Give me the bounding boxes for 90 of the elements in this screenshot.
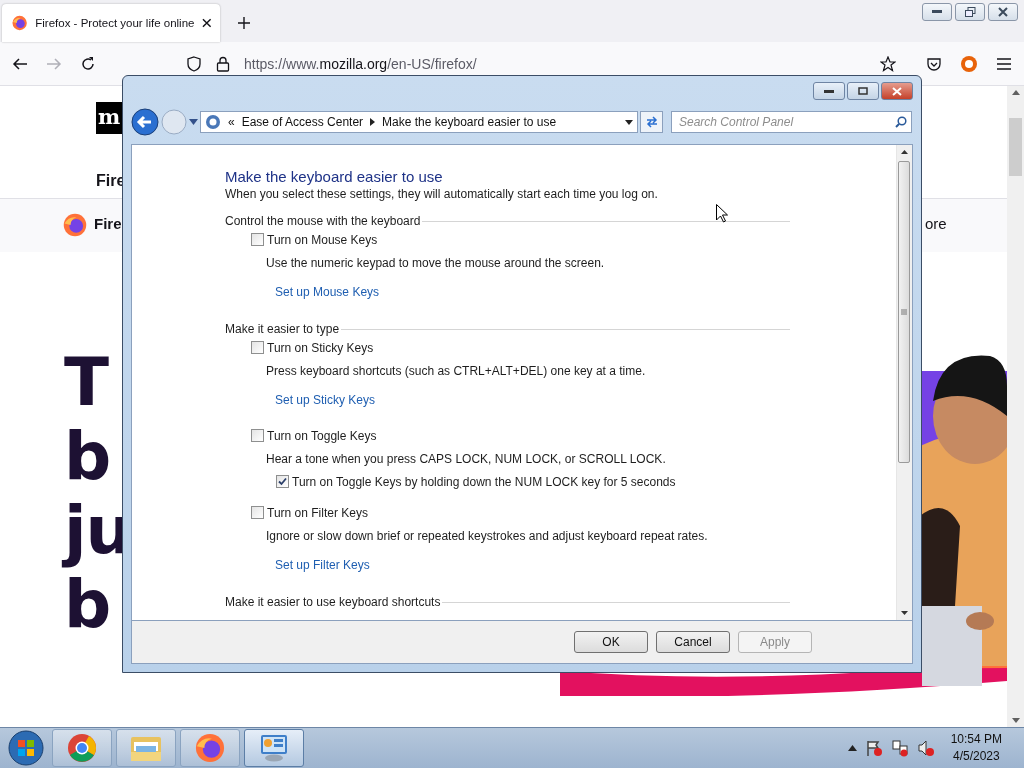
star-icon[interactable] (880, 55, 896, 72)
checkbox[interactable] (276, 475, 289, 488)
clock[interactable]: 10:54 PM 4/5/2023 (950, 731, 1002, 765)
page-title: Make the keyboard easier to use (225, 167, 444, 186)
breadcrumb-item[interactable]: Make the keyboard easier to use (382, 115, 618, 129)
control-panel-icon (205, 114, 221, 130)
checkbox-label: Turn on Toggle Keys by holding down the NUM LOCK key for 5 seconds (292, 474, 676, 489)
control-panel-icon[interactable] (258, 733, 290, 763)
maximize-button[interactable] (847, 82, 879, 100)
headline-text: b (64, 420, 112, 494)
description-text: Hear a tone when you press CAPS LOCK, NUM LOCK, or SCROLL LOCK. (266, 451, 666, 466)
breadcrumb-item[interactable]: Ease of Access Center (241, 115, 364, 129)
restore-button[interactable] (955, 3, 985, 21)
network-icon[interactable] (890, 739, 909, 757)
minimize-button[interactable] (813, 82, 845, 100)
back-button[interactable] (131, 108, 159, 136)
checkbox-label: Turn on Sticky Keys (267, 340, 374, 355)
maximize-icon (858, 87, 868, 95)
breadcrumb-separator: « (228, 115, 235, 129)
minimize-icon (824, 89, 834, 93)
volume-muted-icon[interactable] (916, 739, 935, 757)
section-heading: Control the mouse with the keyboard (225, 214, 421, 228)
refresh-button[interactable] (640, 111, 663, 133)
checkmark-icon (278, 477, 287, 486)
checkbox-label: Turn on Mouse Keys (267, 232, 378, 247)
url-text: https://www.mozilla.org/en-US/firefox/ (244, 55, 478, 72)
dialog-button[interactable]: Cancel (656, 631, 730, 653)
logo: m (96, 102, 122, 134)
scroll-thumb[interactable] (1009, 118, 1022, 176)
scrollbar[interactable] (1007, 86, 1024, 727)
close-icon (892, 86, 902, 96)
firefox-logo-icon (63, 213, 87, 237)
section-heading: Make it easier to type (225, 322, 340, 336)
nav-link[interactable]: ore (925, 215, 947, 232)
menu-icon[interactable] (996, 56, 1012, 71)
headline-text: b (64, 568, 111, 642)
setup-link[interactable]: Set up Mouse Keys (275, 284, 380, 299)
checkbox[interactable] (251, 506, 264, 519)
firefox-icon (195, 733, 225, 763)
restore-icon (964, 7, 976, 17)
search-field[interactable]: Search Control Panel (671, 111, 912, 133)
checkbox[interactable] (251, 233, 264, 246)
close-icon[interactable] (202, 18, 212, 28)
scroll-up-icon[interactable] (901, 150, 908, 154)
page-subtitle: When you select these settings, they will automatically start each time you log on. (225, 186, 659, 202)
minimize-icon (932, 10, 942, 14)
chevron-icon (370, 118, 376, 126)
scrollbar[interactable] (896, 145, 912, 620)
headline-text: T (64, 346, 110, 420)
dropdown-icon[interactable] (625, 119, 633, 125)
tray-expand-icon[interactable] (847, 745, 857, 751)
description-text: Ignore or slow down brief or repeated keystrokes and adjust keyboard repeat rates. (266, 528, 708, 543)
firefox-icon (12, 15, 28, 31)
scroll-down-icon[interactable] (901, 611, 908, 615)
section-heading: Make it easier to use keyboard shortcuts (225, 595, 441, 609)
description-text: Use the numeric keypad to move the mouse around the screen. (266, 255, 605, 270)
reload-icon[interactable] (80, 55, 96, 72)
taskbar-button[interactable] (52, 729, 112, 767)
pointer-icon (716, 204, 728, 223)
pocket-icon[interactable] (926, 55, 942, 72)
action-center-icon[interactable] (864, 739, 883, 757)
scroll-down-icon[interactable] (1011, 718, 1020, 723)
setup-link[interactable]: Set up Filter Keys (275, 557, 370, 572)
checkbox[interactable] (251, 341, 264, 354)
checkbox-label: Turn on Toggle Keys (267, 428, 377, 443)
chrome-icon[interactable] (67, 733, 97, 763)
product-name: Fire (94, 215, 122, 232)
browser-tab[interactable]: Firefox - Protect your life online (2, 4, 220, 42)
plus-icon (237, 16, 251, 30)
checkbox-label: Turn on Filter Keys (267, 505, 368, 520)
refresh-icon (644, 116, 659, 128)
setup-link[interactable]: Set up Sticky Keys (275, 392, 376, 407)
minimize-button[interactable] (922, 3, 952, 21)
close-button[interactable] (881, 82, 913, 100)
search-icon[interactable] (895, 116, 907, 128)
grip-icon (901, 309, 907, 315)
description-text: Press keyboard shortcuts (such as CTRL+ALT+DEL) one key at a time. (266, 363, 646, 378)
taskbar-button[interactable] (116, 729, 176, 767)
extension-icon[interactable] (960, 54, 978, 73)
taskbar-button[interactable] (244, 729, 304, 767)
scroll-up-icon[interactable] (1011, 90, 1020, 95)
shield-icon (186, 55, 202, 72)
close-icon (998, 7, 1008, 17)
lock-icon (216, 55, 230, 72)
back-icon[interactable] (12, 55, 28, 72)
address-bar[interactable]: « Ease of Access Center Make the keyboard easier to use (200, 111, 638, 133)
close-button[interactable] (988, 3, 1018, 21)
dialog-button[interactable]: OK (574, 631, 648, 653)
checkbox[interactable] (251, 429, 264, 442)
taskbar-button[interactable] (180, 729, 240, 767)
